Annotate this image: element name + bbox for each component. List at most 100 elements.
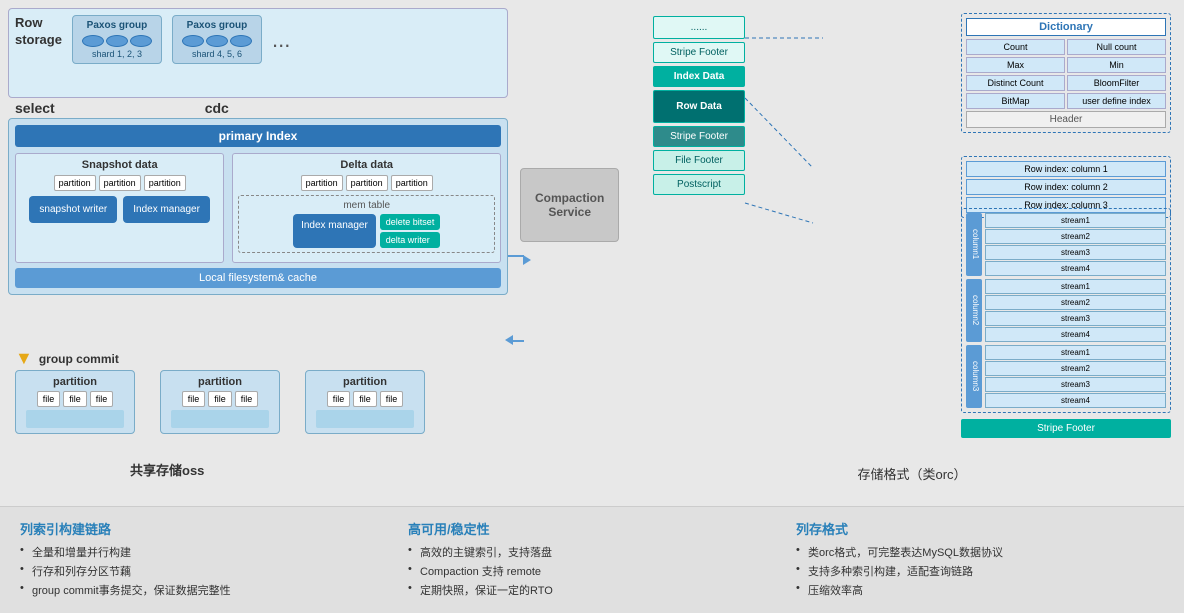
row-index-2: Row index: column 2 xyxy=(966,179,1166,195)
col3-group: column3 stream1 stream2 stream3 stream4 xyxy=(966,345,1166,408)
bottom-col-1-title: 列索引构建链路 xyxy=(20,519,388,538)
main-container: Row storage Paxos group shard 1, 2, 3 xyxy=(0,0,1184,602)
col1-group: column1 stream1 stream2 stream3 stream4 xyxy=(966,213,1166,276)
paxos-group-2-label: Paxos group xyxy=(181,20,253,31)
stream-2-4: stream4 xyxy=(985,327,1166,342)
dict-row-4: BitMap user define index xyxy=(966,93,1166,109)
paxos-group-2: Paxos group shard 4, 5, 6 xyxy=(172,15,262,64)
compaction-service-box: Compaction Service xyxy=(520,168,619,242)
stream-1-3: stream3 xyxy=(985,245,1166,260)
orc-stripe-footer-1: Stripe Footer xyxy=(653,42,745,63)
column2-label: column2 xyxy=(966,279,982,342)
paxos-group-1-label: Paxos group xyxy=(81,20,153,31)
bottom-col-2-title: 高可用/稳定性 xyxy=(408,519,776,538)
primary-index-bar: primary Index xyxy=(15,125,501,147)
left-diagram: Row storage Paxos group shard 1, 2, 3 xyxy=(0,0,640,506)
dots: ... xyxy=(272,27,290,53)
partition-storage-3: partition file file file xyxy=(305,370,425,434)
main-index-container: primary Index Snapshot data partition pa… xyxy=(8,118,508,295)
paxos-group-1: Paxos group shard 1, 2, 3 xyxy=(72,15,162,64)
user-define-cell: user define index xyxy=(1067,93,1166,109)
disk xyxy=(130,35,152,47)
partition-label-2: partition xyxy=(171,376,269,388)
file-chip: file xyxy=(208,391,232,407)
stripe-footer-bottom: Stripe Footer xyxy=(961,419,1171,438)
list-item: 类orc格式，可完整表达MySQL数据协议 xyxy=(796,544,1164,560)
disks-2 xyxy=(181,35,253,47)
bottom-col-3: 列存格式 类orc格式，可完整表达MySQL数据协议 支持多种索引构建，适配查询… xyxy=(796,519,1164,601)
bottom-col-2-list: 高效的主键索引，支持落盘 Compaction 支持 remote 定期快照，保… xyxy=(408,544,776,598)
file-chip: file xyxy=(37,391,61,407)
snapshot-writer-btn[interactable]: snapshot writer xyxy=(29,196,117,223)
disk xyxy=(82,35,104,47)
file-chip: file xyxy=(327,391,351,407)
disk xyxy=(230,35,252,47)
disk xyxy=(206,35,228,47)
stream-1-4: stream4 xyxy=(985,261,1166,276)
file-bar-3 xyxy=(316,410,414,428)
orc-dots: ...... xyxy=(653,16,745,39)
row-storage-text: Row storage xyxy=(15,15,62,49)
min-cell: Min xyxy=(1067,57,1166,73)
file-chip: file xyxy=(90,391,114,407)
arrow-head-left-2 xyxy=(505,335,513,345)
delete-bitset-btn[interactable]: delete bitset xyxy=(380,214,441,230)
bloom-filter-cell: BloomFilter xyxy=(1067,75,1166,91)
delta-partitions: partition partition partition xyxy=(238,175,495,191)
file-bar-2 xyxy=(171,410,269,428)
down-arrow-icon: ▼ xyxy=(15,348,33,369)
orc-file-footer: File Footer xyxy=(653,150,745,171)
file-chip: file xyxy=(182,391,206,407)
header-label: Header xyxy=(966,111,1166,128)
orc-postscript: Postscript xyxy=(653,174,745,195)
shard-label-1: shard 1, 2, 3 xyxy=(81,49,153,59)
list-item: 支持多种索引构建，适配查询链路 xyxy=(796,563,1164,579)
snapshot-partitions: partition partition partition xyxy=(21,175,218,191)
snapshot-box: Snapshot data partition partition partit… xyxy=(15,153,224,263)
disk xyxy=(106,35,128,47)
partition-storage-2: partition file file file xyxy=(160,370,280,434)
snapshot-buttons: snapshot writer Index manager xyxy=(21,196,218,223)
partition-chip: partition xyxy=(54,175,96,191)
stream-2-1: stream1 xyxy=(985,279,1166,294)
delta-box: Delta data partition partition partition… xyxy=(232,153,501,263)
index-manager-btn[interactable]: Index manager xyxy=(123,196,210,223)
stream-3-2: stream2 xyxy=(985,361,1166,376)
snapshot-title: Snapshot data xyxy=(21,159,218,171)
dict-row-2: Max Min xyxy=(966,57,1166,73)
top-section: Row storage Paxos group shard 1, 2, 3 xyxy=(0,0,1184,506)
storage-format-label: 存储格式（类orc） xyxy=(857,464,966,483)
row-storage-area: Row storage Paxos group shard 1, 2, 3 xyxy=(8,8,508,98)
orc-row-data: Row Data xyxy=(653,90,745,123)
group-commit-label: group commit xyxy=(39,352,119,366)
disk xyxy=(182,35,204,47)
stream-2-3: stream3 xyxy=(985,311,1166,326)
shared-storage-label: 共享存储oss xyxy=(130,460,204,479)
delta-writer-btn[interactable]: delta writer xyxy=(380,232,441,248)
bottom-col-3-list: 类orc格式，可完整表达MySQL数据协议 支持多种索引构建，适配查询链路 压缩… xyxy=(796,544,1164,598)
dict-row-1: Count Null count xyxy=(966,39,1166,55)
list-item: 定期快照，保证一定的RTO xyxy=(408,582,776,598)
file-chip: file xyxy=(63,391,87,407)
file-row-2: file file file xyxy=(171,391,269,407)
row-index-1: Row index: column 1 xyxy=(966,161,1166,177)
list-item: 高效的主键索引，支持落盘 xyxy=(408,544,776,560)
list-item: group commit事务提交，保证数据完整性 xyxy=(20,582,388,598)
delta-index-manager-btn[interactable]: Index manager xyxy=(293,214,376,248)
file-row-3: file file file xyxy=(316,391,414,407)
group-commit-area: ▼ group commit xyxy=(15,348,119,369)
dict-row-3: Distinct Count BloomFilter xyxy=(966,75,1166,91)
file-chip: file xyxy=(235,391,259,407)
file-chip: file xyxy=(353,391,377,407)
partition-chip: partition xyxy=(391,175,433,191)
column1-label: column1 xyxy=(966,213,982,276)
list-item: Compaction 支持 remote xyxy=(408,563,776,579)
count-cell: Count xyxy=(966,39,1065,55)
mem-table-label: mem table xyxy=(243,200,490,211)
orc-index-data: Index Data xyxy=(653,66,745,87)
compaction-label: Compaction Service xyxy=(535,191,604,219)
file-chip: file xyxy=(380,391,404,407)
partition-storage-1: partition file file file xyxy=(15,370,135,434)
partition-label-3: partition xyxy=(316,376,414,388)
mem-table-area: mem table Index manager delete bitset de… xyxy=(238,195,495,253)
